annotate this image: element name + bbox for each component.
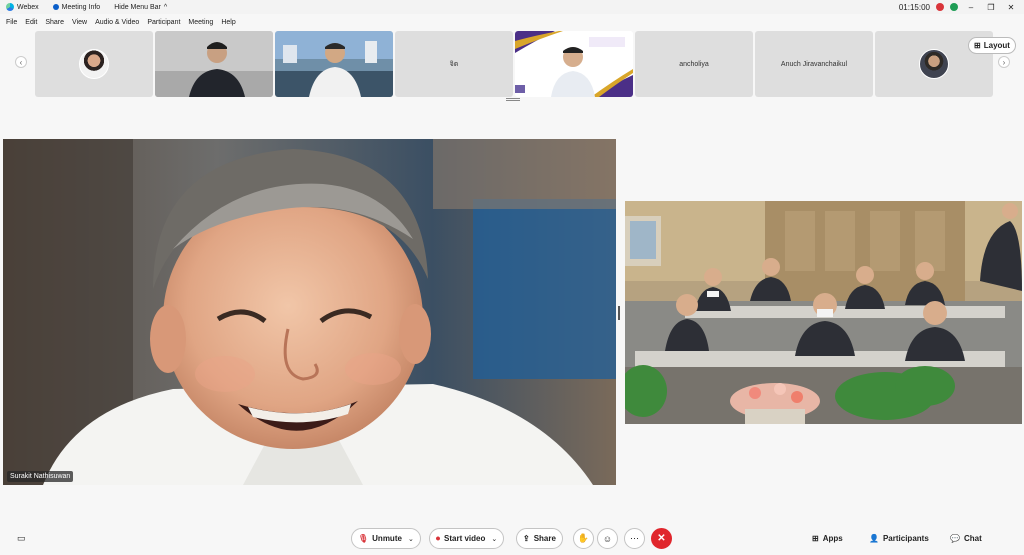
share-label: Share xyxy=(533,534,556,543)
video-off-icon: ⏺ xyxy=(436,533,440,543)
more-options-button[interactable]: ⋯ xyxy=(624,528,645,549)
menu-meeting[interactable]: Meeting xyxy=(188,19,213,26)
hide-menu-bar-button[interactable]: Hide Menu Bar ^ xyxy=(114,4,167,11)
menu-file[interactable]: File xyxy=(6,19,17,26)
reactions-icon: ☺ xyxy=(602,533,613,544)
menu-bar: File Edit Share View Audio & Video Parti… xyxy=(0,15,238,29)
participant-video xyxy=(515,31,633,97)
title-bar: Webex Meeting Info Hide Menu Bar ^ 01:15… xyxy=(0,0,1024,14)
layout-button[interactable]: ⊞ Layout xyxy=(968,37,1016,54)
participant-thumbnail[interactable]: จิต xyxy=(395,31,513,97)
strip-next-button[interactable]: › xyxy=(998,56,1010,68)
menu-participant[interactable]: Participant xyxy=(147,19,180,26)
start-video-button[interactable]: ⏺ Start video ⌄ xyxy=(429,528,505,549)
participant-thumbnail[interactable] xyxy=(275,31,393,97)
participant-thumbnail[interactable] xyxy=(35,31,153,97)
participants-button[interactable]: 👤 Participants xyxy=(869,528,929,549)
unmute-button[interactable]: 🎙 Unmute ⌄ xyxy=(351,528,421,549)
info-icon xyxy=(52,4,59,10)
room-video-feed xyxy=(625,201,1022,424)
meeting-timer: 01:15:00 xyxy=(898,2,930,12)
apps-label: Apps xyxy=(822,534,843,543)
captions-icon[interactable]: ▭ xyxy=(17,533,26,544)
participant-thumbnail[interactable] xyxy=(155,31,273,97)
meeting-controls-bar: ▭ 🎙 Unmute ⌄ ⏺ Start video ⌄ ⇪ Share ✋ ☺… xyxy=(0,521,1024,555)
menu-audio-video[interactable]: Audio & Video xyxy=(95,19,139,26)
participant-name-label: Surakit Nathisuwan xyxy=(7,471,74,482)
close-window-button[interactable]: ✕ xyxy=(1004,3,1018,12)
minimize-button[interactable]: – xyxy=(964,3,978,12)
room-video xyxy=(625,201,1022,424)
meeting-info-label: Meeting Info xyxy=(61,3,101,11)
participant-thumbnail[interactable] xyxy=(515,31,633,97)
speaker-video-feed xyxy=(3,139,616,485)
menu-view[interactable]: View xyxy=(72,19,87,26)
chat-button[interactable]: 💬 Chat xyxy=(950,528,982,549)
end-call-button[interactable]: ✕ xyxy=(651,528,672,549)
chat-icon: 💬 xyxy=(950,534,960,543)
strip-prev-button[interactable]: ‹ xyxy=(15,56,27,68)
avatar xyxy=(79,49,109,79)
mic-muted-icon: 🎙 xyxy=(358,534,369,543)
meeting-info-button[interactable]: Meeting Info xyxy=(52,3,101,11)
chevron-up-icon: ^ xyxy=(163,3,168,11)
participant-name: Anuch Jiravanchaikul xyxy=(780,60,848,68)
unmute-label: Unmute xyxy=(372,534,402,543)
share-icon: ⇪ xyxy=(523,534,530,543)
participants-label: Participants xyxy=(882,534,929,543)
share-button[interactable]: ⇪ Share xyxy=(516,528,563,549)
chevron-down-icon[interactable]: ⌄ xyxy=(491,535,497,543)
participant-name: จิต xyxy=(449,60,459,68)
webex-logo-icon xyxy=(6,3,14,11)
connection-indicator-icon xyxy=(950,3,958,11)
splitter-handle[interactable] xyxy=(618,306,620,320)
app-name: Webex xyxy=(17,3,39,11)
participant-name: ancholiya xyxy=(679,60,709,68)
participants-icon: 👤 xyxy=(869,534,879,543)
chat-label: Chat xyxy=(963,534,982,543)
layout-label: Layout xyxy=(983,41,1010,50)
more-icon: ⋯ xyxy=(630,533,639,543)
end-call-icon: ✕ xyxy=(657,533,666,544)
start-video-label: Start video xyxy=(444,534,486,543)
active-speaker-video: Surakit Nathisuwan xyxy=(3,139,616,485)
layout-icon: ⊞ xyxy=(974,41,981,50)
raise-hand-icon: ✋ xyxy=(577,533,590,543)
raise-hand-button[interactable]: ✋ xyxy=(573,528,594,549)
app-title: Webex xyxy=(6,3,39,11)
menu-share[interactable]: Share xyxy=(45,19,64,26)
participant-thumbnail[interactable]: ancholiya xyxy=(635,31,753,97)
reactions-button[interactable]: ☺ xyxy=(597,528,618,549)
menu-edit[interactable]: Edit xyxy=(25,19,37,26)
recording-indicator-icon xyxy=(936,3,944,11)
restore-button[interactable]: ❐ xyxy=(984,3,998,12)
chevron-down-icon[interactable]: ⌄ xyxy=(408,535,414,543)
participant-thumbnail[interactable]: Anuch Jiravanchaikul xyxy=(755,31,873,97)
avatar xyxy=(919,49,949,79)
menu-help[interactable]: Help xyxy=(221,19,235,26)
resize-grip[interactable] xyxy=(506,98,520,101)
participant-video xyxy=(155,31,273,97)
apps-icon: ⊞ xyxy=(812,534,819,543)
apps-button[interactable]: ⊞ Apps xyxy=(812,528,843,549)
participant-video xyxy=(275,31,393,97)
hide-menu-label: Hide Menu Bar xyxy=(114,3,161,11)
